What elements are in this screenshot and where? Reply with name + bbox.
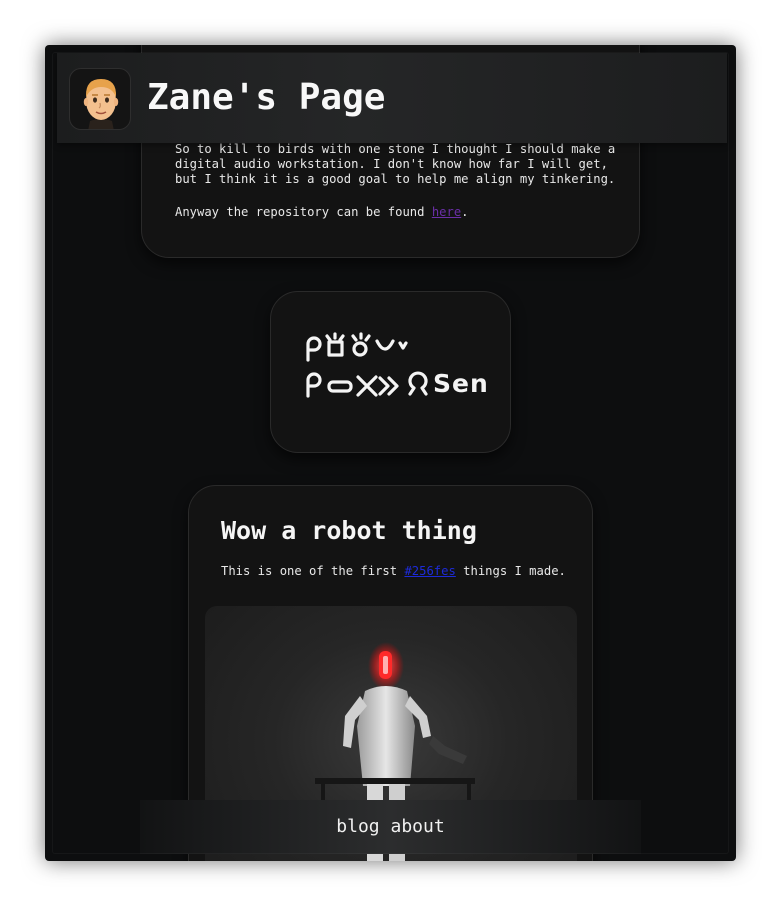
site-title[interactable]: Zane's Page [147, 77, 385, 118]
nav-about[interactable]: about [391, 816, 445, 837]
repo-prefix: Anyway the repository can be found [175, 205, 432, 219]
site-header: Zane's Page [57, 53, 727, 143]
glyph-art [306, 332, 428, 398]
scroll-content[interactable]: So to kill to birds with one stone I tho… [45, 45, 736, 861]
mii-avatar-icon[interactable] [69, 68, 131, 130]
page-frame: So to kill to birds with one stone I tho… [45, 45, 736, 861]
post-title: Wow a robot thing [221, 516, 477, 545]
repo-suffix: . [461, 205, 469, 219]
post-text: This is one of the first #256fes things … [221, 564, 566, 578]
fes-link[interactable]: #256fes [404, 564, 455, 578]
post-card-glyphs: Sen [270, 291, 511, 453]
repo-line: Anyway the repository can be found here. [175, 205, 469, 219]
site-footer-nav: blog about [140, 800, 641, 854]
post-paragraph: So to kill to birds with one stone I tho… [175, 142, 616, 186]
post-text-suffix: things I made. [455, 564, 566, 578]
avatar-face [83, 79, 119, 129]
nav-blog[interactable]: blog [336, 816, 379, 837]
repo-link[interactable]: here [432, 205, 461, 219]
post-text-prefix: This is one of the first [221, 564, 405, 578]
glyph-suffix: Sen [433, 369, 489, 398]
